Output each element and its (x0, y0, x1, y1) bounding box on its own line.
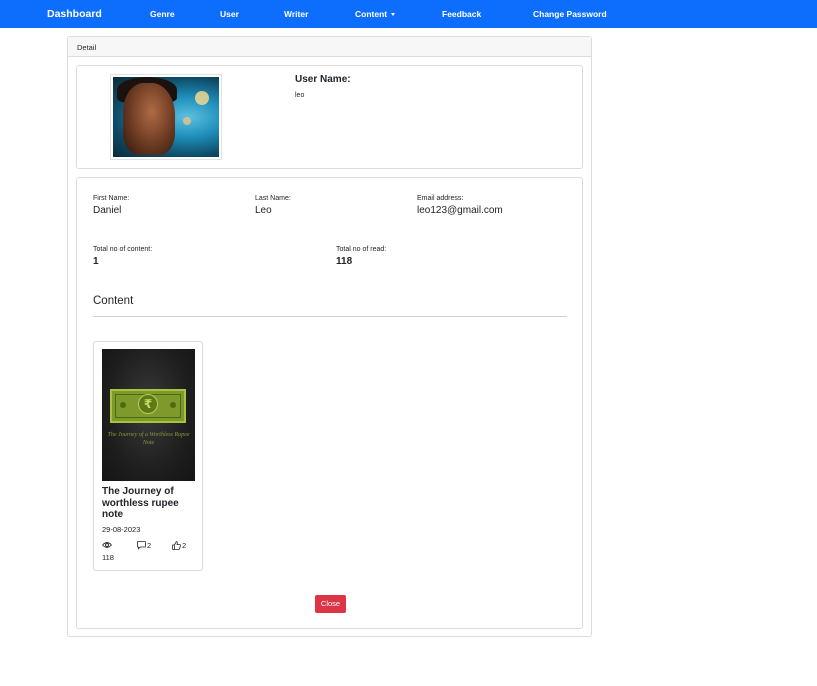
email-label: Email address: (417, 195, 464, 202)
brand-link[interactable]: Dashboard (47, 8, 102, 20)
nav-change-password[interactable]: Change Password (533, 9, 607, 19)
close-button[interactable]: Close (315, 595, 346, 613)
nav-content-dropdown[interactable]: Content (355, 9, 396, 19)
username-value: leo (295, 92, 305, 99)
profile-photo (113, 77, 219, 157)
total-content-value: 1 (93, 256, 99, 267)
eye-icon (102, 542, 112, 548)
avatar (110, 74, 222, 160)
content-title[interactable]: The Journey of worthless rupee note (102, 486, 197, 521)
comment-count: 2 (147, 541, 152, 550)
first-name-label: First Name: (93, 195, 130, 202)
total-read-value: 118 (336, 256, 353, 267)
content-date: 29-08-2023 (102, 525, 141, 534)
last-name-label: Last Name: (255, 195, 291, 202)
content-card[interactable]: ₹ The Journey of a Worthless Rupee Note … (93, 341, 203, 571)
like-count: 2 (182, 541, 187, 550)
info-box: First Name: Daniel Last Name: Leo Email … (76, 177, 583, 629)
detail-header: Detail (68, 37, 591, 57)
email-value: leo123@gmail.com (417, 205, 503, 216)
rupee-note-graphic: ₹ (110, 389, 186, 423)
total-content-label: Total no of content: (93, 246, 153, 253)
last-name-value: Leo (255, 205, 272, 216)
nav-feedback[interactable]: Feedback (442, 9, 481, 19)
nav-genre[interactable]: Genre (150, 9, 175, 19)
detail-card: Detail User Name: leo First Name: Daniel… (67, 36, 592, 637)
caret-down-icon (391, 13, 396, 16)
content-section-title: Content (93, 295, 134, 307)
thumbs-up-icon (172, 541, 181, 550)
username-label: User Name: (295, 74, 351, 85)
rupee-icon: ₹ (138, 394, 158, 414)
cover-title-text: The Journey of a Worthless Rupee Note (107, 432, 190, 446)
nav-content-label: Content (355, 9, 388, 19)
nav-writer[interactable]: Writer (284, 9, 308, 19)
comment-icon (137, 541, 146, 550)
top-navbar: Dashboard Genre User Writer Content Feed… (0, 0, 817, 28)
nav-user[interactable]: User (220, 9, 239, 19)
first-name-value: Daniel (93, 205, 122, 216)
content-cover-image[interactable]: ₹ The Journey of a Worthless Rupee Note (102, 349, 195, 481)
profile-box: User Name: leo (76, 65, 583, 169)
view-count: 118 (102, 553, 114, 562)
section-divider (93, 316, 567, 317)
total-read-label: Total no of read: (336, 246, 387, 253)
